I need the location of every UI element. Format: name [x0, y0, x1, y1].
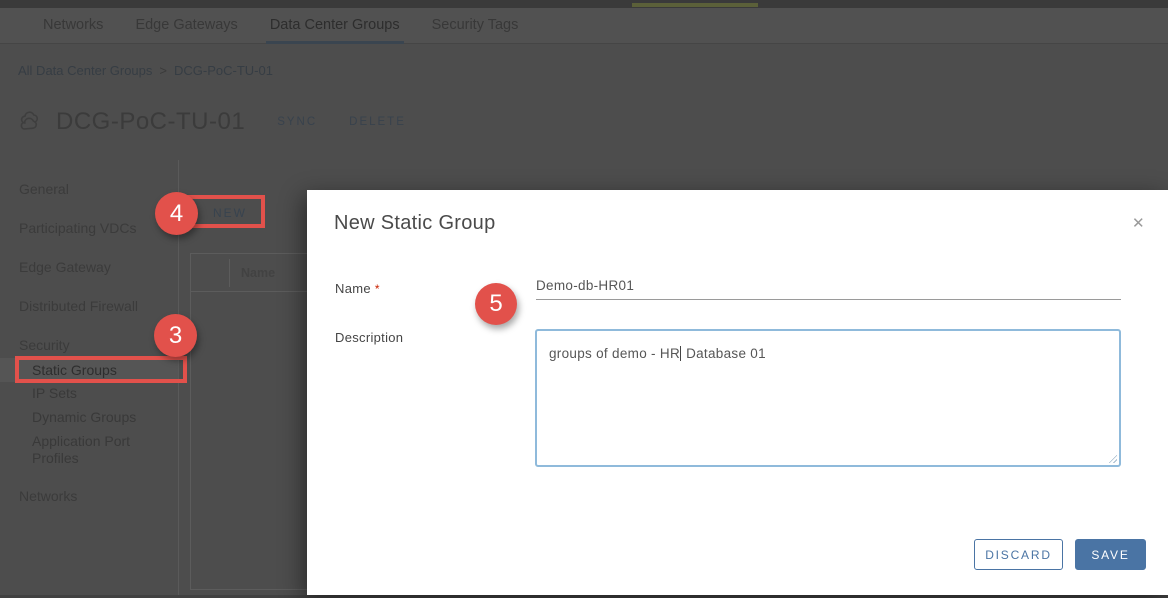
breadcrumb-separator: >: [159, 63, 167, 78]
name-input[interactable]: Demo-db-HR01: [536, 278, 1121, 300]
sidebar-item-dynamic-groups[interactable]: Dynamic Groups: [32, 409, 136, 425]
page-title: DCG-PoC-TU-01: [56, 108, 245, 136]
required-asterisk: *: [375, 282, 380, 296]
sidebar-section-networks[interactable]: Networks: [19, 488, 77, 504]
description-textarea[interactable]: groups of demo - HR Database 01: [535, 329, 1121, 467]
annotation-step-3: 3: [154, 314, 197, 357]
modal-title: New Static Group: [334, 212, 496, 235]
static-groups-table: Name: [190, 253, 320, 590]
sidebar-item-application-port-profiles[interactable]: Application Port Profiles: [32, 433, 172, 467]
table-column-separator: [229, 259, 230, 287]
annotation-step-5: 5: [475, 283, 517, 325]
sidebar-item-participating-vdcs[interactable]: Participating VDCs: [19, 220, 137, 236]
tab-edge-gateways[interactable]: Edge Gateways: [133, 8, 239, 44]
save-button[interactable]: SAVE: [1075, 539, 1146, 570]
description-text-after-cursor: Database 01: [682, 346, 766, 361]
sidebar-item-edge-gateway[interactable]: Edge Gateway: [19, 259, 111, 275]
sidebar-item-general[interactable]: General: [19, 181, 69, 197]
tab-data-center-groups[interactable]: Data Center Groups: [268, 8, 402, 44]
sync-button[interactable]: SYNC: [277, 116, 317, 128]
breadcrumb: All Data Center Groups > DCG-PoC-TU-01: [18, 63, 273, 78]
data-center-group-clouds-icon: [18, 109, 48, 135]
textarea-resize-handle[interactable]: [1107, 453, 1117, 463]
delete-button[interactable]: DELETE: [349, 116, 406, 128]
close-icon[interactable]: ✕: [1132, 214, 1145, 232]
header-accent-bar: [632, 3, 758, 7]
table-header-row: Name: [191, 254, 319, 292]
text-cursor: [680, 346, 681, 361]
network-tabbar: Networks Edge Gateways Data Center Group…: [0, 8, 1168, 44]
discard-button[interactable]: DISCARD: [974, 539, 1063, 570]
sidebar-item-distributed-firewall[interactable]: Distributed Firewall: [19, 298, 138, 314]
table-column-name[interactable]: Name: [241, 266, 275, 280]
tab-networks[interactable]: Networks: [41, 8, 105, 44]
sidebar-item-ip-sets[interactable]: IP Sets: [32, 385, 77, 401]
description-text-before-cursor: groups of demo - HR: [549, 346, 680, 361]
annotation-step-4: 4: [155, 192, 198, 235]
annotation-box-static-groups: [15, 356, 187, 383]
description-field-label: Description: [335, 330, 403, 345]
breadcrumb-current: DCG-PoC-TU-01: [174, 63, 273, 78]
tab-security-tags[interactable]: Security Tags: [430, 8, 521, 44]
name-field-label: Name*: [335, 281, 380, 296]
sidebar-section-security[interactable]: Security: [19, 337, 70, 353]
new-static-group-modal: New Static Group ✕ Name* Demo-db-HR01 De…: [307, 190, 1168, 595]
breadcrumb-parent-link[interactable]: All Data Center Groups: [18, 63, 152, 78]
page-title-row: DCG-PoC-TU-01 SYNC DELETE: [18, 108, 406, 136]
